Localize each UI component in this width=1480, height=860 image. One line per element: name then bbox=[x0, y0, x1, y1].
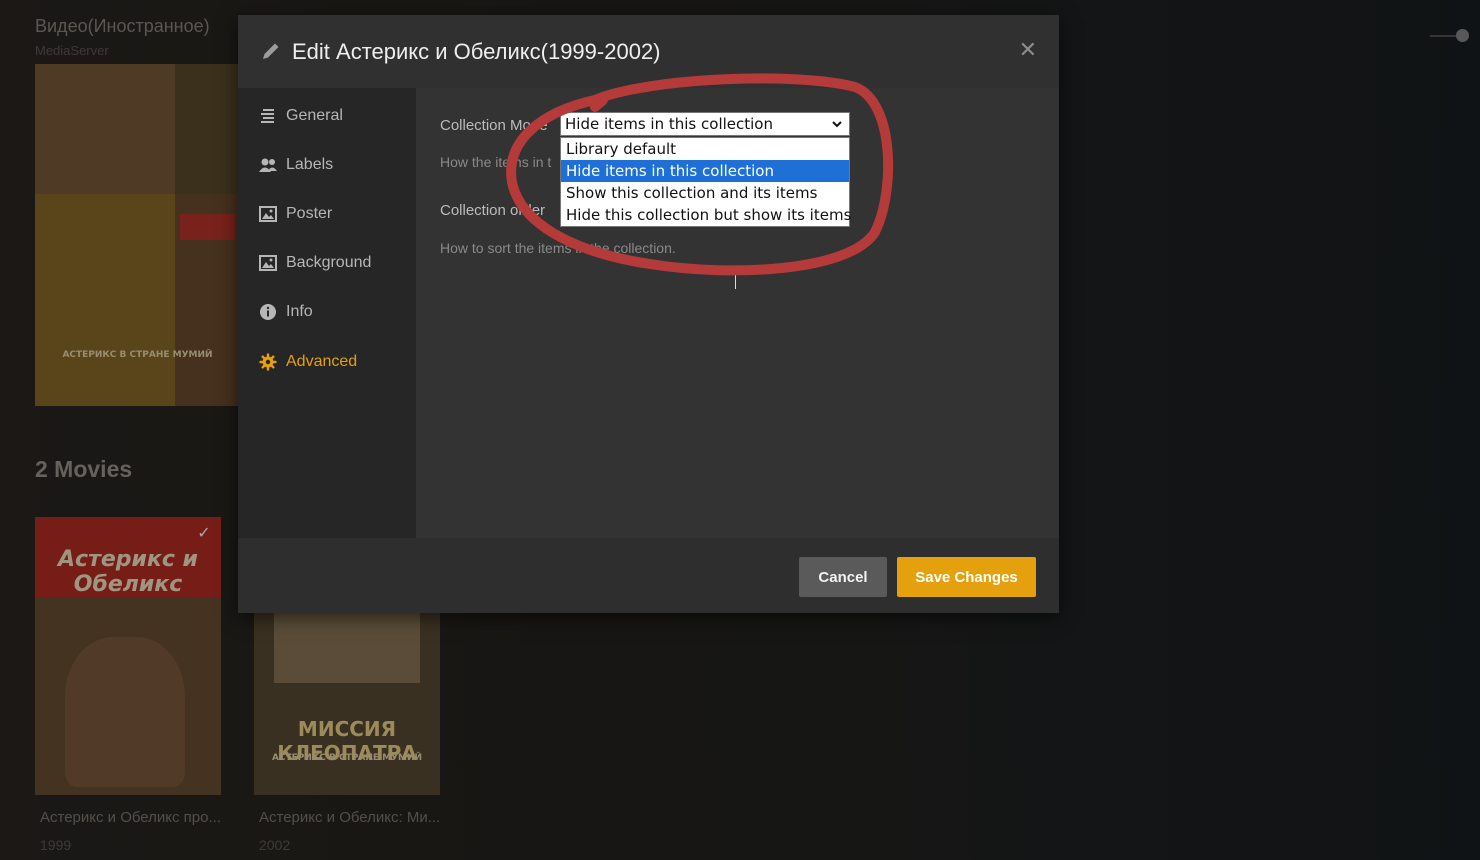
info-icon bbox=[259, 303, 277, 321]
collection-mode-hint: How the items in t bbox=[440, 154, 552, 170]
nav-item-label: Advanced bbox=[286, 353, 358, 370]
nav-item-label: Info bbox=[286, 303, 313, 320]
collection-mode-options: Library default Hide items in this colle… bbox=[560, 137, 851, 227]
list-icon bbox=[259, 107, 277, 125]
collection-mode-select[interactable]: Hide items in this collection bbox=[560, 112, 850, 136]
collection-order-select[interactable] bbox=[735, 269, 736, 289]
dialog-title: Edit Астерикс и Обеликс(1999-2002) bbox=[292, 39, 661, 64]
dialog-footer: Cancel Save Changes bbox=[238, 538, 1059, 613]
close-icon[interactable]: ✕ bbox=[1019, 37, 1037, 63]
users-icon bbox=[259, 156, 277, 174]
option-library-default[interactable]: Library default bbox=[561, 138, 849, 160]
save-changes-button[interactable]: Save Changes bbox=[897, 557, 1036, 597]
image-icon bbox=[259, 205, 277, 223]
nav-item-general[interactable]: General bbox=[259, 104, 343, 128]
collection-mode-label: Collection Mode bbox=[440, 117, 548, 134]
collection-mode-value: Hide items in this collection bbox=[565, 115, 773, 133]
nav-item-label: Background bbox=[286, 254, 372, 271]
collection-order-label: Collection order bbox=[440, 202, 546, 219]
nav-item-label: Poster bbox=[286, 205, 333, 222]
collection-order-hint: How to sort the items in the collection. bbox=[440, 240, 676, 256]
nav-item-label: General bbox=[286, 107, 343, 124]
pencil-icon bbox=[263, 43, 279, 59]
edit-dialog: Edit Астерикс и Обеликс(1999-2002) ✕ Gen… bbox=[238, 15, 1059, 613]
option-hide-collection-show-items[interactable]: Hide this collection but show its items bbox=[561, 204, 851, 226]
nav-item-poster[interactable]: Poster bbox=[259, 202, 332, 226]
dialog-sidebar: General Labels Poster Background Info Ad… bbox=[238, 88, 416, 538]
option-show-collection-and-items[interactable]: Show this collection and its items bbox=[561, 182, 849, 204]
option-hide-items[interactable]: Hide items in this collection bbox=[561, 160, 849, 182]
nav-item-label: Labels bbox=[286, 156, 334, 173]
nav-item-labels[interactable]: Labels bbox=[259, 153, 333, 177]
cancel-button[interactable]: Cancel bbox=[799, 557, 887, 597]
image-icon bbox=[259, 254, 277, 272]
dialog-header: Edit Астерикс и Обеликс(1999-2002) ✕ bbox=[238, 15, 1059, 88]
gear-icon bbox=[259, 353, 277, 371]
nav-item-info[interactable]: Info bbox=[259, 300, 313, 324]
nav-item-background[interactable]: Background bbox=[259, 251, 371, 275]
nav-item-advanced[interactable]: Advanced bbox=[259, 350, 357, 374]
